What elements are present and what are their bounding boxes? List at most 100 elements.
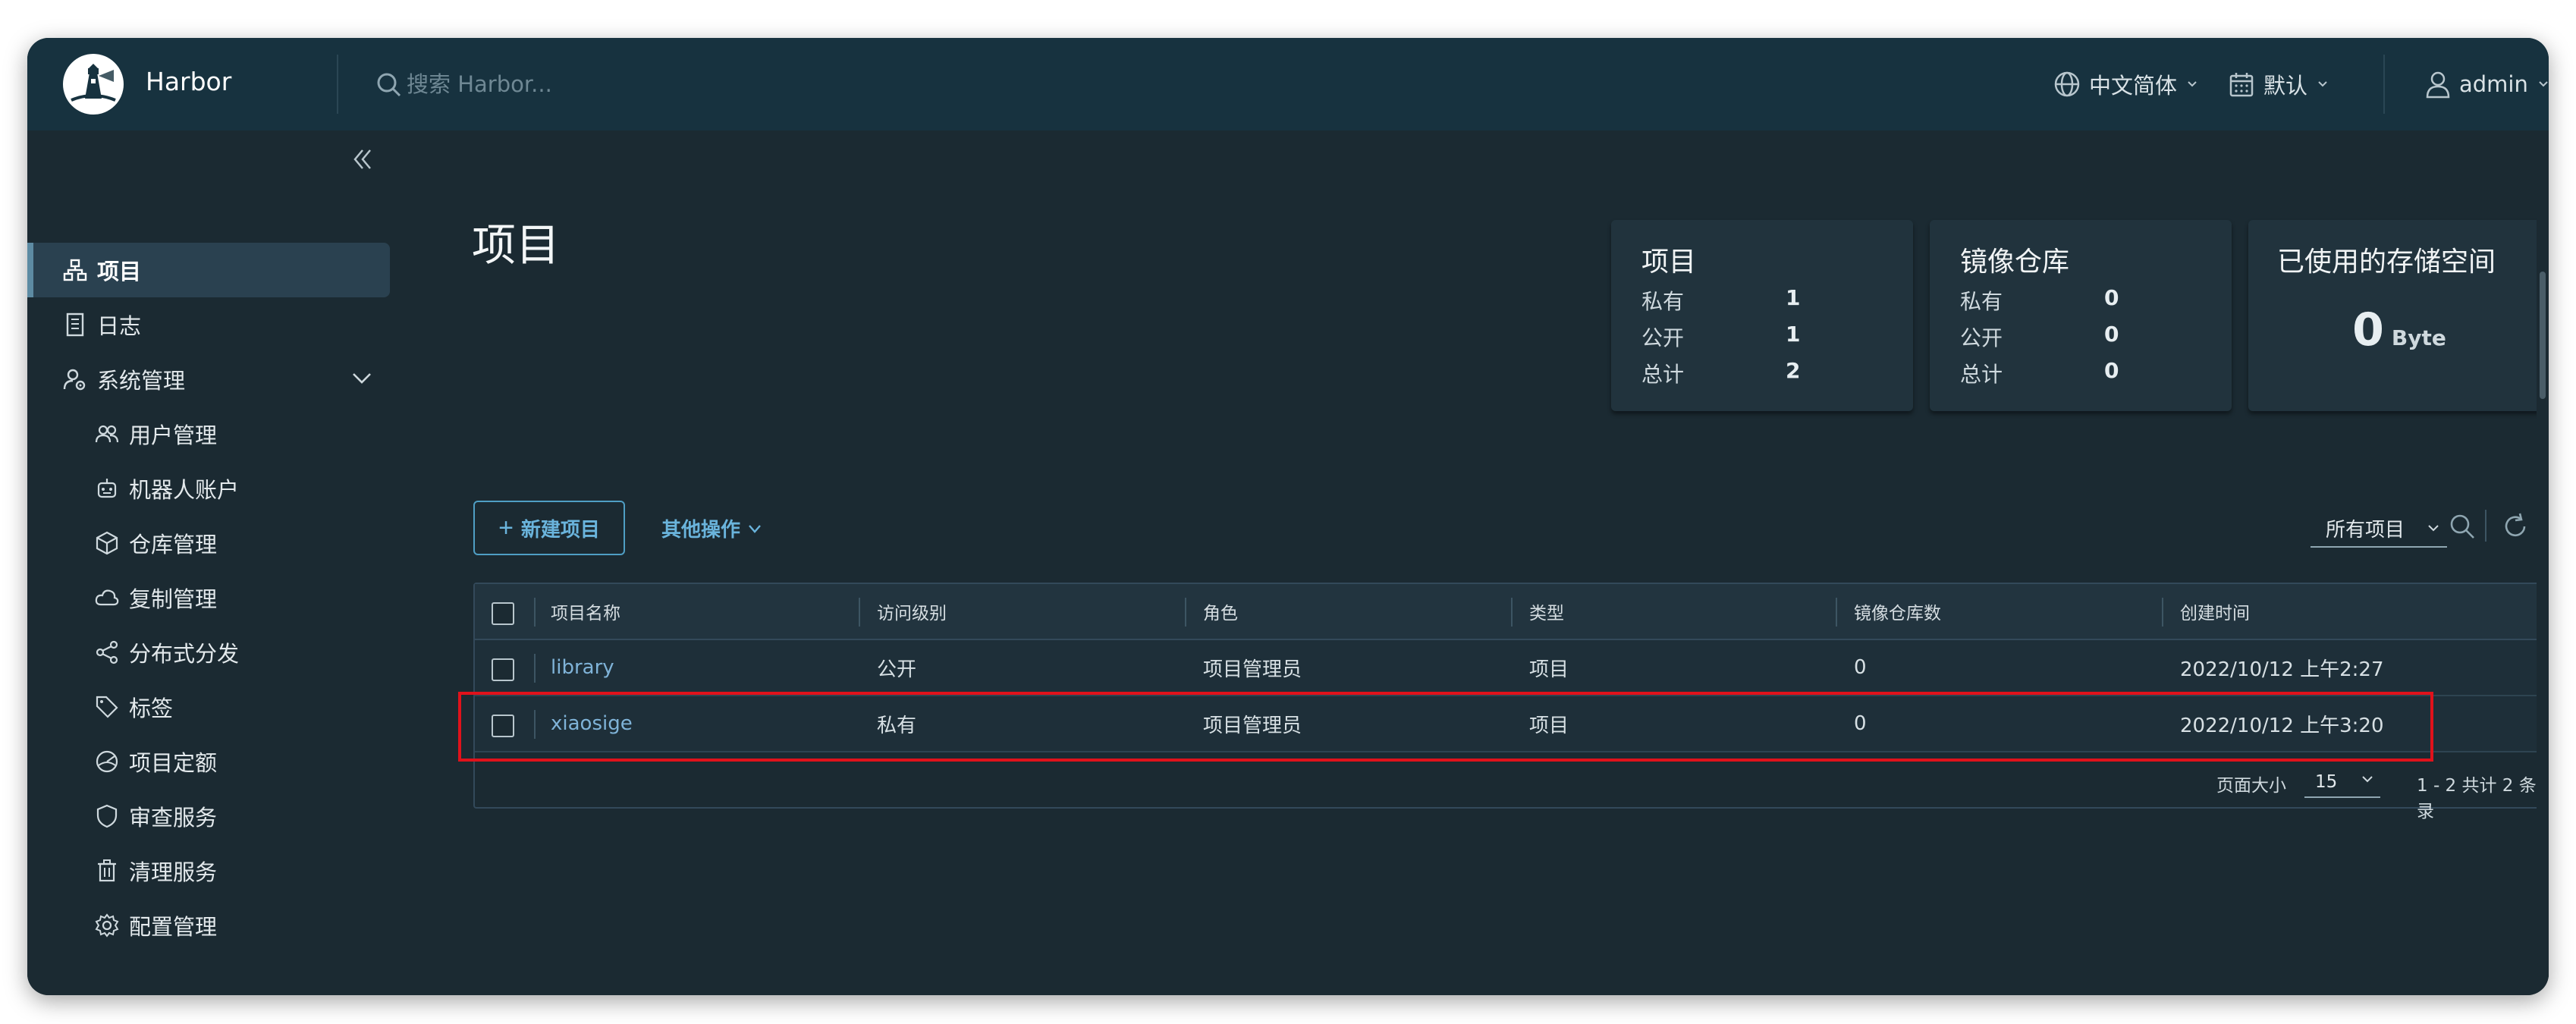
sidebar-item-cleanup[interactable]: 清理服务 — [27, 843, 391, 898]
stat-label: 总计 — [1960, 362, 2003, 387]
page-size-value: 15 — [2315, 772, 2338, 792]
main-content: 项目 项目 私有 1 公开 1 总计 2 镜像仓库 私有 0 公开 0 总计 0… — [391, 130, 2549, 995]
column-divider — [2162, 598, 2163, 627]
column-header-access[interactable]: 访问级别 — [877, 584, 947, 639]
gear-icon — [94, 912, 120, 938]
projects-summary-card: 项目 私有 1 公开 1 总计 2 — [1611, 220, 1913, 411]
storage-number: 0 — [2352, 303, 2384, 357]
tag-icon — [94, 694, 120, 720]
language-selector[interactable]: 中文简体 — [2053, 64, 2198, 105]
sidebar-item-label: 日志 — [97, 313, 142, 339]
harbor-logo-icon[interactable] — [62, 53, 124, 115]
user-menu[interactable]: admin — [2424, 64, 2549, 105]
row-checkbox[interactable] — [492, 658, 514, 681]
date-format-label: 默认 — [2263, 73, 2308, 99]
type: 项目 — [1529, 658, 1569, 681]
sidebar-item-label: 项目定额 — [129, 750, 218, 776]
plus-icon: + — [498, 513, 514, 542]
sidebar-item-label: 复制管理 — [129, 586, 218, 612]
column-header-name[interactable]: 项目名称 — [551, 584, 620, 639]
project-name-link[interactable]: library — [551, 640, 614, 695]
page-title: 项目 — [472, 219, 561, 271]
sidebar-item-label: 分布式分发 — [129, 641, 240, 667]
column-divider — [534, 598, 536, 627]
sidebar-item-logs[interactable]: 日志 — [27, 297, 391, 352]
sidebar-item-configuration[interactable]: 配置管理 — [27, 898, 391, 953]
language-label: 中文简体 — [2089, 73, 2178, 99]
new-project-label: 新建项目 — [520, 517, 600, 541]
chevron-down-icon — [2318, 81, 2327, 87]
other-actions-dropdown[interactable]: 其他操作 — [661, 514, 763, 542]
collapse-sidebar-icon[interactable] — [346, 144, 376, 174]
sidebar-item-users[interactable]: 用户管理 — [27, 407, 391, 461]
column-header-repo-count[interactable]: 镜像仓库数 — [1854, 584, 1941, 639]
stat-row-total: 总计 0 — [1960, 358, 2203, 388]
header-divider — [2383, 55, 2385, 114]
stat-row-public: 公开 1 — [1641, 322, 1884, 352]
search-icon — [377, 73, 401, 97]
stat-value: 2 — [1786, 358, 1801, 383]
sidebar-item-quotas[interactable]: 项目定额 — [27, 734, 391, 789]
toolbar-divider — [2485, 510, 2486, 542]
projects-icon — [62, 257, 88, 283]
stat-value: 1 — [1786, 322, 1801, 347]
search-icon[interactable] — [2447, 511, 2477, 542]
storage-unit: Byte — [2391, 325, 2446, 350]
sidebar-item-projects[interactable]: 项目 — [27, 243, 390, 297]
admin-icon — [62, 366, 88, 392]
stat-label: 公开 — [1641, 325, 1685, 350]
scrollbar-thumb[interactable] — [2540, 272, 2546, 399]
sidebar-item-labels[interactable]: 标签 — [27, 680, 391, 734]
sidebar-item-replications[interactable]: 复制管理 — [27, 570, 391, 625]
creation-time: 2022/10/12 上午2:27 — [2180, 658, 2384, 681]
share-icon — [94, 639, 120, 665]
stat-row-total: 总计 2 — [1641, 358, 1884, 388]
column-header-created[interactable]: 创建时间 — [2180, 584, 2250, 639]
sidebar-item-label: 项目 — [97, 259, 142, 284]
sidebar: 项目 日志 系统管理 用户管理 机器人账户 仓库管理 复制管理 分布式分发 标签… — [27, 130, 391, 995]
column-divider — [1511, 598, 1513, 627]
chevron-down-icon — [2188, 81, 2197, 87]
sidebar-item-label: 审查服务 — [129, 805, 218, 831]
shield-icon — [94, 803, 120, 829]
chevron-down-icon — [2539, 81, 2548, 87]
sidebar-item-registries[interactable]: 仓库管理 — [27, 516, 391, 570]
select-all-checkbox[interactable] — [492, 602, 514, 625]
storage-summary-card: 已使用的存储空间 0 Byte — [2248, 220, 2549, 411]
sidebar-item-label: 配置管理 — [129, 914, 218, 940]
cloud-icon — [94, 585, 120, 611]
sidebar-item-robot-accounts[interactable]: 机器人账户 — [27, 461, 391, 516]
sidebar-item-label: 仓库管理 — [129, 532, 218, 558]
calendar-icon — [2229, 73, 2254, 97]
robot-icon — [94, 476, 120, 501]
sidebar-item-system-admin[interactable]: 系统管理 — [27, 352, 391, 407]
page-size-label: 页面大小 — [2216, 776, 2286, 796]
column-header-type[interactable]: 类型 — [1529, 584, 1564, 639]
chevron-down-icon[interactable] — [349, 366, 375, 391]
username: admin — [2459, 71, 2528, 97]
column-divider — [534, 654, 536, 683]
scrollbar[interactable] — [2537, 130, 2549, 995]
brand-name[interactable]: Harbor — [146, 67, 231, 96]
cube-icon — [94, 530, 120, 556]
page-size-select[interactable]: 15 — [2304, 763, 2380, 798]
stat-row-private: 私有 1 — [1641, 285, 1884, 316]
date-format-selector[interactable]: 默认 — [2227, 64, 2329, 105]
column-header-role[interactable]: 角色 — [1203, 584, 1238, 639]
sidebar-item-distributions[interactable]: 分布式分发 — [27, 625, 391, 680]
repositories-summary-card: 镜像仓库 私有 0 公开 0 总计 0 — [1930, 220, 2232, 411]
browser-top-strip — [0, 0, 2576, 38]
sidebar-item-interrogation[interactable]: 审查服务 — [27, 789, 391, 843]
sidebar-item-label: 用户管理 — [129, 422, 218, 448]
project-filter-select[interactable]: 所有项目 — [2311, 510, 2447, 548]
refresh-icon[interactable] — [2500, 511, 2530, 542]
user-icon — [2426, 71, 2450, 99]
search-input[interactable] — [407, 71, 725, 97]
column-divider — [859, 598, 860, 627]
stat-label: 总计 — [1641, 362, 1685, 387]
global-search[interactable] — [373, 65, 752, 103]
stat-value: 0 — [2104, 322, 2119, 347]
filter-value: 所有项目 — [2326, 518, 2405, 542]
stat-label: 私有 — [1641, 289, 1685, 314]
new-project-button[interactable]: + 新建项目 — [473, 501, 625, 555]
